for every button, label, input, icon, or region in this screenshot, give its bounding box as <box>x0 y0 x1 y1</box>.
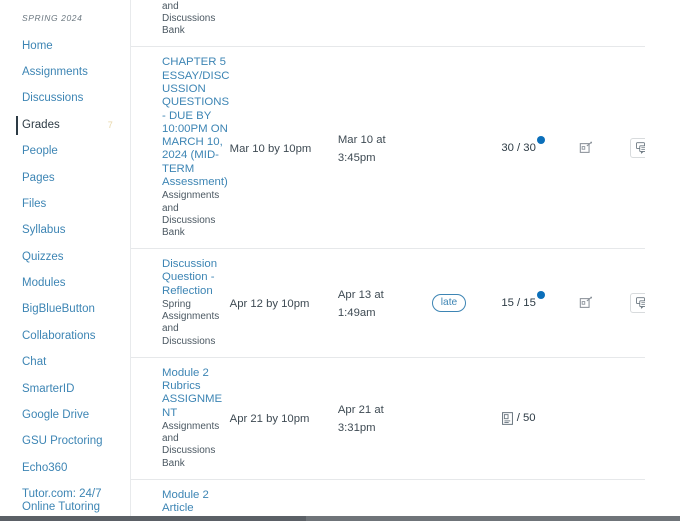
assignment-link[interactable]: Discussion Question - Reflection <box>162 258 230 298</box>
submitted-date-cell: Apr 21 at 3:31pm <box>338 400 419 436</box>
submitted-date-cell: Mar 10 at 3:45pm <box>338 130 419 166</box>
sidebar-item-label: Google Drive <box>22 408 90 421</box>
rubric-cell <box>558 139 614 157</box>
submitted-date-text: Apr 21 at 3:31pm <box>337 404 384 435</box>
sidebar-item-label: Chat <box>22 356 47 369</box>
grades-table: March 3, 2024.Assignments and Discussion… <box>131 0 680 521</box>
due-date-text: Apr 12 by 10pm <box>229 298 310 311</box>
sidebar-item-syllabus[interactable]: Syllabus <box>0 218 131 244</box>
score-value: 15 / 15 <box>501 291 545 310</box>
sidebar-item-label: Syllabus <box>22 224 66 237</box>
sidebar-item-label: Pages <box>22 171 55 184</box>
sidebar-item-smarterid[interactable]: SmarterID <box>0 376 131 402</box>
score-cell: / 50 <box>479 412 558 425</box>
sidebar-item-label: Assignments <box>22 66 88 79</box>
document-icon <box>501 412 513 425</box>
sidebar-item-label: Echo360 <box>22 461 68 474</box>
canvas-grades-page: SPRING 2024 Home Assignments Discussions Gr… <box>0 0 680 521</box>
score-text: 15 / 15 <box>501 297 536 310</box>
assignment-context: Assignments and Discussions Bank <box>162 190 220 238</box>
sidebar-item-label: SmarterID <box>22 382 75 395</box>
rubric-cell <box>558 294 614 312</box>
due-date-cell: Mar 10 by 10pm <box>230 139 338 157</box>
assignment-link[interactable]: CHAPTER 5 ESSAY/DISCUSSION QUESTIONS - D… <box>162 56 230 189</box>
due-date-text: Mar 10 by 10pm <box>229 142 312 155</box>
score-cell: 15 / 15 <box>479 291 558 310</box>
course-navigation-sidebar: SPRING 2024 Home Assignments Discussions Gr… <box>0 0 131 521</box>
sidebar-item-echo360[interactable]: Echo360 <box>0 455 131 481</box>
sidebar-item-label: BigBlueButton <box>22 303 95 316</box>
submitted-date-text: Apr 13 at 1:49am <box>337 289 384 320</box>
sidebar-item-modules[interactable]: Modules <box>0 270 131 296</box>
score-value: / 50 <box>501 412 536 425</box>
sidebar-item-pages[interactable]: Pages <box>0 165 131 191</box>
unread-grade-dot <box>536 291 545 300</box>
score-cell: 30 / 30 <box>479 135 558 155</box>
submitted-date-text: Mar 10 at 3:45pm <box>337 133 386 164</box>
sidebar-item-label: Home <box>22 39 53 52</box>
table-row: Module 2 Rubrics ASSIGNMENT Assignments a… <box>131 358 680 480</box>
course-nav-list: Home Assignments Discussions Grades 7 People P… <box>0 33 131 521</box>
sidebar-item-assignments[interactable]: Assignments <box>0 59 131 85</box>
sidebar-item-grades[interactable]: Grades 7 <box>0 112 131 138</box>
assignment-link[interactable]: Module 2 Rubrics ASSIGNMENT <box>162 367 230 420</box>
due-date-text: Apr 21 by 10pm <box>229 413 310 426</box>
assignment-cell: March 3, 2024.Assignments and Discussion… <box>131 0 230 37</box>
score-value: 30 / 30 <box>501 135 545 155</box>
table-row: March 3, 2024.Assignments and Discussion… <box>131 0 680 48</box>
unread-grade-dot <box>536 135 545 144</box>
rubric-icon[interactable] <box>577 139 595 157</box>
rubric-icon[interactable] <box>577 294 595 312</box>
sidebar-item-gsu-proctoring[interactable]: GSU Proctoring <box>0 429 131 455</box>
status-badge: late <box>431 294 467 313</box>
sidebar-item-label: GSU Proctoring <box>22 435 103 448</box>
sidebar-item-badge: 7 <box>107 120 113 131</box>
assignment-cell: Module 2 Rubrics ASSIGNMENT Assignments a… <box>131 367 230 470</box>
sidebar-item-quizzes[interactable]: Quizzes <box>0 244 131 270</box>
table-row: Discussion Question - Reflection Spring A… <box>131 249 680 358</box>
submitted-date-cell: Apr 13 at 1:49am <box>338 285 419 321</box>
horizontal-scrollbar-thumb[interactable] <box>0 516 306 521</box>
sidebar-item-label: Modules <box>22 277 66 290</box>
sidebar-item-discussions[interactable]: Discussions <box>0 86 131 112</box>
assignment-context: Spring Assignments and Discussions <box>162 299 220 347</box>
assignment-context: Assignments and Discussions Bank <box>162 0 216 37</box>
sidebar-item-label: Grades <box>22 118 60 131</box>
sidebar-item-collaborations[interactable]: Collaborations <box>0 323 131 349</box>
sidebar-item-label: Collaborations <box>22 329 96 342</box>
table-row: Module 2 Article Critique - Using Assess… <box>131 480 680 521</box>
sidebar-item-label: Quizzes <box>22 250 64 263</box>
due-date-cell: Apr 21 by 10pm <box>230 409 338 427</box>
sidebar-item-files[interactable]: Files <box>0 191 131 217</box>
sidebar-item-label: Tutor.com: 24/7 Online Tutoring <box>22 488 102 514</box>
grades-content-area: March 3, 2024.Assignments and Discussion… <box>131 0 680 521</box>
sidebar-item-tutor-com-24-7-online-tutoring[interactable]: Tutor.com: 24/7 Online Tutoring <box>0 481 131 520</box>
sidebar-item-label: Files <box>22 197 47 210</box>
status-cell: late <box>419 294 479 313</box>
assignment-context: Assignments and Discussions Bank <box>162 421 220 469</box>
due-date-cell: Apr 12 by 10pm <box>230 294 338 312</box>
sidebar-item-label: Discussions <box>22 92 84 105</box>
assignment-cell: CHAPTER 5 ESSAY/DISCUSSION QUESTIONS - D… <box>131 56 230 239</box>
table-row: CHAPTER 5 ESSAY/DISCUSSION QUESTIONS - D… <box>131 47 680 250</box>
assignment-cell: Discussion Question - Reflection Spring A… <box>131 258 230 348</box>
sidebar-item-bigbluebutton[interactable]: BigBlueButton <box>0 297 131 323</box>
sidebar-item-people[interactable]: People <box>0 139 131 165</box>
term-label: SPRING 2024 <box>22 13 83 23</box>
horizontal-scrollbar-track[interactable] <box>0 516 680 521</box>
sidebar-item-google-drive[interactable]: Google Drive <box>0 402 131 428</box>
sidebar-item-chat[interactable]: Chat <box>0 350 131 376</box>
score-text: / 50 <box>516 412 536 425</box>
sidebar-item-label: People <box>22 145 58 158</box>
sidebar-item-home[interactable]: Home <box>0 33 131 59</box>
score-text: 30 / 30 <box>501 141 536 154</box>
content-right-margin <box>645 0 680 521</box>
